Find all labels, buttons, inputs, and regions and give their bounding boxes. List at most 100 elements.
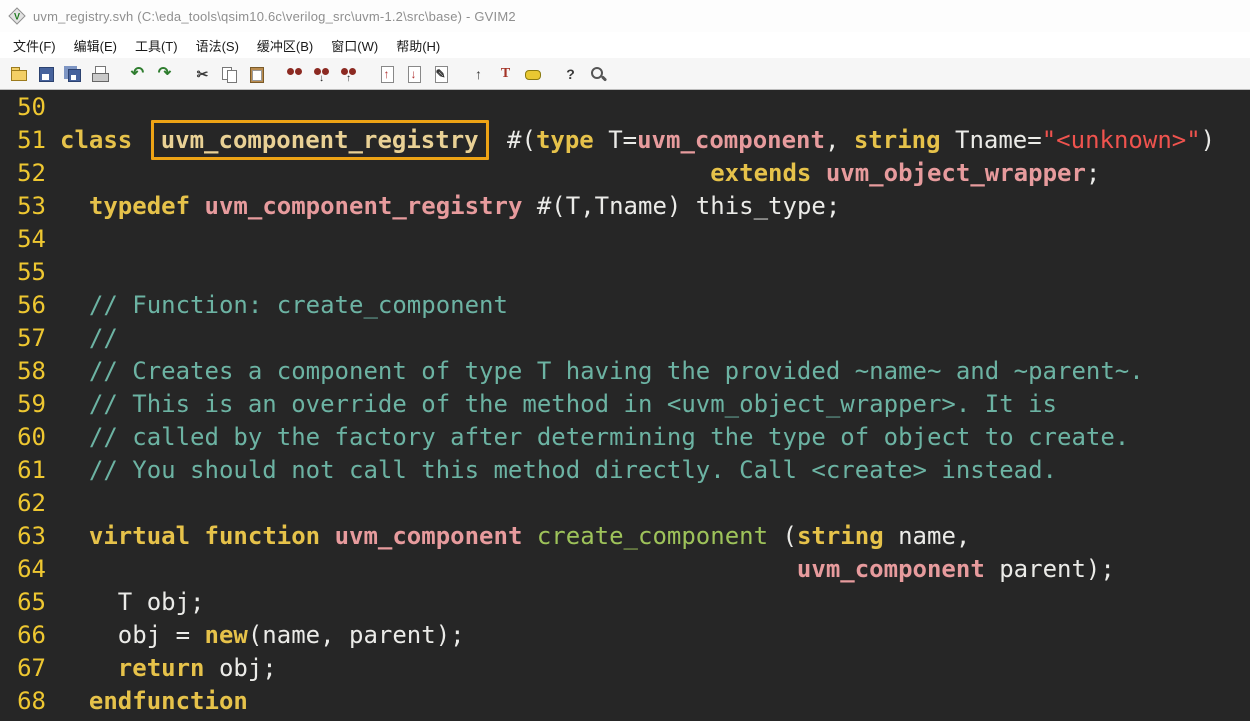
code-line: 66 obj = new(name, parent); (0, 619, 1250, 652)
run-script-icon: ✎ (431, 65, 451, 83)
code-line-text: extends uvm_object_wrapper; (710, 159, 1101, 187)
code-line: 58 // Creates a component of type T havi… (0, 355, 1250, 388)
find-help-icon (588, 65, 608, 83)
find-prev-button[interactable]: ↑ (335, 61, 362, 87)
menu-buffers[interactable]: 缓冲区(B) (248, 33, 322, 58)
code-line: 55 (0, 256, 1250, 289)
code-line: 54 (0, 223, 1250, 256)
copy-button[interactable] (216, 61, 243, 87)
code-line: 63 virtual function uvm_component create… (0, 520, 1250, 553)
cut-button[interactable]: ✂ (189, 61, 216, 87)
line-number: 50 (17, 93, 46, 121)
menu-file[interactable]: 文件(F) (4, 33, 65, 58)
save-file-button[interactable] (32, 61, 59, 87)
tag-jump-button[interactable] (519, 61, 546, 87)
toolbar-separator (546, 62, 557, 86)
search-highlight-box: uvm_component_registry (150, 120, 489, 160)
code-line: 60 // called by the factory after determ… (0, 421, 1250, 454)
code-line-text: // called by the factory after determini… (88, 423, 1130, 451)
code-line-text: class uvm_component_registry #(type T=uv… (46, 120, 1215, 160)
run-ctags-button[interactable]: T (492, 61, 519, 87)
save-all-button[interactable] (59, 61, 86, 87)
line-number: 55 (17, 258, 46, 286)
load-session-button[interactable]: ↑ (373, 61, 400, 87)
code-line: 62 (0, 487, 1250, 520)
redo-icon: ↷ (157, 64, 172, 82)
code-line-text: endfunction (88, 687, 248, 715)
code-line-text: uvm_component parent); (796, 555, 1115, 583)
make-icon: ↑ (475, 65, 482, 82)
open-file-icon (9, 65, 29, 83)
code-line: 61 // You should not call this method di… (0, 454, 1250, 487)
code-line: 52 extends uvm_object_wrapper; (0, 157, 1250, 190)
run-ctags-icon: T (500, 65, 511, 81)
paste-icon (247, 65, 267, 83)
menu-syntax[interactable]: 语法(S) (187, 33, 248, 58)
code-line: 68 endfunction (0, 685, 1250, 718)
find-next-button[interactable]: ↓ (308, 61, 335, 87)
toolbar-separator (178, 62, 189, 86)
code-line-text: // You should not call this method direc… (88, 456, 1058, 484)
line-number: 56 (17, 291, 46, 319)
line-number: 63 (17, 522, 46, 550)
code-line-text: T obj; (60, 588, 205, 616)
menu-tools[interactable]: 工具(T) (126, 33, 187, 58)
run-script-button[interactable]: ✎ (427, 61, 454, 87)
line-number: 64 (17, 555, 46, 583)
line-number: 52 (17, 159, 46, 187)
redo-button[interactable]: ↷ (151, 61, 178, 87)
toolbar: ↶ ↷ ✂ ↓ ↑ ↑ ↓ ✎ ↑ T? (0, 58, 1250, 90)
code-line: 51 class uvm_component_registry #(type T=… (0, 120, 1250, 160)
line-number: 61 (17, 456, 46, 484)
find-help-button[interactable] (584, 61, 611, 87)
code-line: 53 typedef uvm_component_registry #(T,Tn… (0, 190, 1250, 223)
line-number: 53 (17, 192, 46, 220)
print-icon (90, 65, 110, 83)
undo-button[interactable]: ↶ (124, 61, 151, 87)
help-button[interactable]: ? (557, 61, 584, 87)
line-number: 59 (17, 390, 46, 418)
line-number: 60 (17, 423, 46, 451)
editor[interactable]: 50 51 class uvm_component_registry #(type … (0, 90, 1250, 721)
paste-button[interactable] (243, 61, 270, 87)
svg-text:V: V (14, 12, 20, 22)
line-number: 67 (17, 654, 46, 682)
line-number: 66 (17, 621, 46, 649)
code-line-text: // (88, 324, 118, 352)
line-number: 68 (17, 687, 46, 715)
gvim-window: V uvm_registry.svh (C:\eda_tools\qsim10.… (0, 0, 1250, 721)
code-line: 65 T obj; (0, 586, 1250, 619)
save-file-icon (36, 65, 56, 83)
undo-icon: ↶ (130, 64, 145, 82)
code-line-text: obj = new(name, parent); (60, 621, 465, 649)
copy-icon (220, 65, 240, 83)
toolbar-separator (270, 62, 281, 86)
line-number: 57 (17, 324, 46, 352)
menu-help[interactable]: 帮助(H) (387, 33, 449, 58)
toolbar-separator (113, 62, 124, 86)
code-lines: 50 51 class uvm_component_registry #(type … (0, 91, 1250, 718)
line-number: 62 (17, 489, 46, 517)
code-line: 59 // This is an override of the method … (0, 388, 1250, 421)
open-file-button[interactable] (5, 61, 32, 87)
cut-icon: ✂ (196, 65, 209, 82)
save-all-icon (63, 65, 83, 83)
code-line-text: // This is an override of the method in … (88, 390, 1058, 418)
line-number: 54 (17, 225, 46, 253)
code-line-text: // Creates a component of type T having … (88, 357, 1144, 385)
code-line: 64 uvm_component parent); (0, 553, 1250, 586)
load-session-icon: ↑ (377, 65, 397, 83)
line-number: 65 (17, 588, 46, 616)
print-button[interactable] (86, 61, 113, 87)
save-session-button[interactable]: ↓ (400, 61, 427, 87)
find-replace-button[interactable] (281, 61, 308, 87)
find-replace-icon (285, 65, 305, 83)
menubar: 文件(F) 编辑(E) 工具(T) 语法(S) 缓冲区(B) 窗口(W) 帮助(H) (0, 32, 1250, 58)
menu-edit[interactable]: 编辑(E) (65, 33, 126, 58)
make-button[interactable]: ↑ (465, 61, 492, 87)
toolbar-separator (454, 62, 465, 86)
tag-jump-icon (523, 65, 543, 83)
menu-window[interactable]: 窗口(W) (322, 33, 387, 58)
